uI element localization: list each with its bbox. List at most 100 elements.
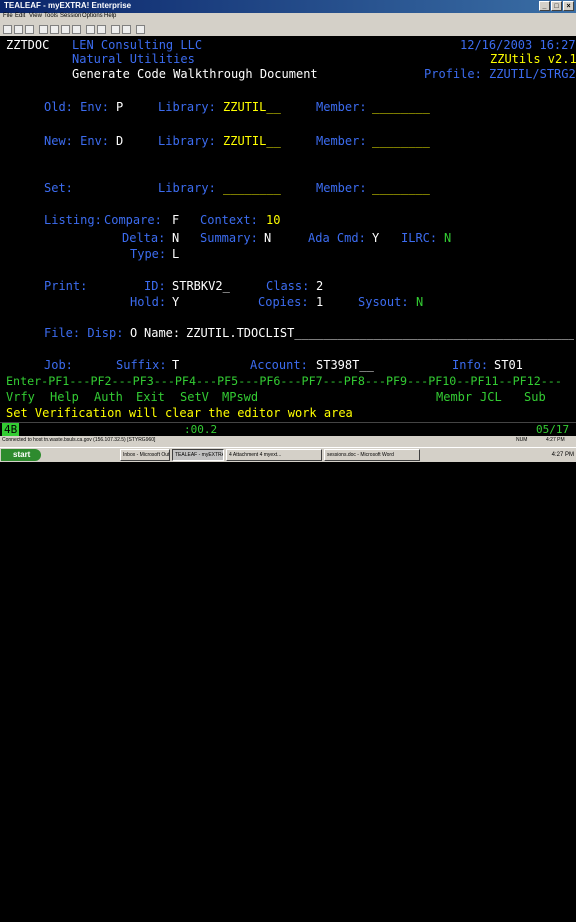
old-env-field[interactable]: P	[116, 100, 123, 114]
date-time: 12/16/2003 16:27	[460, 38, 576, 52]
set-library-label: Library:	[158, 181, 216, 195]
disconnect-icon[interactable]	[97, 25, 106, 34]
old-member-field[interactable]: ________	[372, 100, 430, 114]
pf6-key[interactable]: MPswd	[222, 390, 258, 404]
print-id-field[interactable]: STRBKV2_	[172, 279, 230, 293]
old-library-field[interactable]: ZZUTIL__	[223, 100, 281, 114]
menu-tools[interactable]: Tools	[44, 13, 58, 19]
menu-file[interactable]: File	[3, 13, 13, 19]
num-lock-indicator: NUM	[516, 437, 528, 443]
pf-key-header: Enter-PF1---PF2---PF3---PF4---PF5---PF6-…	[6, 374, 562, 388]
task-attachment[interactable]: 4 Attachment 4 myext...	[226, 449, 322, 461]
pf2-key[interactable]: Help	[50, 390, 79, 404]
new-library-field[interactable]: ZZUTIL__	[223, 134, 281, 148]
adacmd-label: Ada Cmd:	[308, 231, 366, 245]
start-button[interactable]: start	[1, 449, 41, 461]
record-icon[interactable]	[122, 25, 131, 34]
taskbar: start Inbox - Microsoft Outl... TEALEAF …	[0, 447, 576, 462]
macro-icon[interactable]	[111, 25, 120, 34]
pf3-key[interactable]: Auth	[94, 390, 123, 404]
compare-field[interactable]: F	[172, 213, 179, 227]
menu-options[interactable]: Options	[82, 13, 103, 19]
message-line: Set Verification will clear the editor w…	[6, 406, 353, 420]
ilrc-field[interactable]: N	[444, 231, 451, 245]
minimize-button[interactable]: _	[539, 1, 550, 11]
context-field[interactable]: 10	[266, 213, 280, 227]
pf10-key[interactable]: Membr	[436, 390, 472, 404]
print-icon[interactable]	[39, 25, 48, 34]
class-label: Class:	[266, 279, 310, 293]
set-member-label: Member:	[316, 181, 367, 195]
suffix-label: Suffix:	[116, 358, 167, 372]
adacmd-field[interactable]: Y	[372, 231, 379, 245]
session-indicator: 4B	[2, 423, 20, 437]
new-session-icon[interactable]	[3, 25, 12, 34]
copies-label: Copies:	[258, 295, 309, 309]
pf11-key[interactable]: JCL	[480, 390, 502, 404]
account-field[interactable]: ST398T__	[316, 358, 374, 372]
menu-help[interactable]: Help	[104, 13, 116, 19]
copy-icon[interactable]	[61, 25, 70, 34]
terminal-screen[interactable]: ZZTDOC LEN Consulting LLC 12/16/2003 16:…	[0, 36, 576, 422]
hold-field[interactable]: Y	[172, 295, 179, 309]
sysout-label: Sysout:	[358, 295, 409, 309]
window-title: TEALEAF - myEXTRA! Enterprise	[4, 1, 132, 10]
menu-view[interactable]: View	[29, 13, 42, 19]
screen-title: Generate Code Walkthrough Document	[72, 67, 318, 81]
pf12-key[interactable]: Sub	[524, 390, 546, 404]
pf4-key[interactable]: Exit	[136, 390, 165, 404]
type-field[interactable]: L	[172, 247, 179, 261]
file-name-field[interactable]: ZZUTIL.TDOCLIST_________________________…	[186, 326, 574, 340]
summary-label: Summary:	[200, 231, 258, 245]
delta-field[interactable]: N	[172, 231, 179, 245]
new-env-label: New: Env:	[44, 134, 110, 148]
emulator-info-bar: Connected to host tn.waste.bsuls.ca.gov …	[0, 436, 576, 447]
class-field[interactable]: 2	[316, 279, 323, 293]
help-icon[interactable]	[136, 25, 145, 34]
task-myextra[interactable]: TEALEAF - myEXTRA...	[172, 449, 224, 461]
new-env-field[interactable]: D	[116, 134, 123, 148]
cursor-position: 05/17	[536, 423, 570, 436]
old-library-label: Library:	[158, 100, 216, 114]
info-time: 4:27 PM	[546, 437, 565, 443]
cut-icon[interactable]	[50, 25, 59, 34]
listing-label: Listing:	[44, 213, 102, 227]
save-icon[interactable]	[25, 25, 34, 34]
task-word[interactable]: sessions.doc - Microsoft Word	[324, 449, 420, 461]
maximize-button[interactable]: □	[551, 1, 562, 11]
copies-field[interactable]: 1	[316, 295, 323, 309]
summary-field[interactable]: N	[264, 231, 271, 245]
open-icon[interactable]	[14, 25, 23, 34]
suffix-field[interactable]: T	[172, 358, 179, 372]
new-library-label: Library:	[158, 134, 216, 148]
toolbar	[0, 23, 576, 37]
pf1-key[interactable]: Vrfy	[6, 390, 35, 404]
connect-icon[interactable]	[86, 25, 95, 34]
old-member-label: Member:	[316, 100, 367, 114]
profile: Profile: ZZUTIL/STRG2	[424, 67, 576, 81]
task-outlook[interactable]: Inbox - Microsoft Outl...	[120, 449, 170, 461]
terminal-status-bar: 4B :00.2 05/17	[0, 422, 576, 437]
menu-bar: File Edit View Tools Session Options Hel…	[0, 13, 576, 23]
print-id-label: ID:	[144, 279, 166, 293]
clock-indicator: :00.2	[184, 423, 218, 436]
paste-icon[interactable]	[72, 25, 81, 34]
sysout-field[interactable]: N	[416, 295, 423, 309]
new-member-field[interactable]: ________	[372, 134, 430, 148]
menu-session[interactable]: Session	[60, 13, 81, 19]
close-button[interactable]: ×	[563, 1, 574, 11]
subtitle: Natural Utilities	[72, 52, 195, 66]
program-name: ZZTDOC	[6, 38, 50, 52]
old-env-label: Old: Env:	[44, 100, 110, 114]
info-field[interactable]: ST01	[494, 358, 523, 372]
new-member-label: Member:	[316, 134, 367, 148]
hold-label: Hold:	[130, 295, 167, 309]
file-disp-field[interactable]: O	[130, 326, 137, 340]
info-label: Info:	[452, 358, 489, 372]
compare-label: Compare:	[104, 213, 162, 227]
menu-edit[interactable]: Edit	[15, 13, 25, 19]
set-library-field[interactable]: ________	[223, 181, 281, 195]
pf5-key[interactable]: SetV	[180, 390, 209, 404]
set-member-field[interactable]: ________	[372, 181, 430, 195]
type-label: Type:	[130, 247, 167, 261]
